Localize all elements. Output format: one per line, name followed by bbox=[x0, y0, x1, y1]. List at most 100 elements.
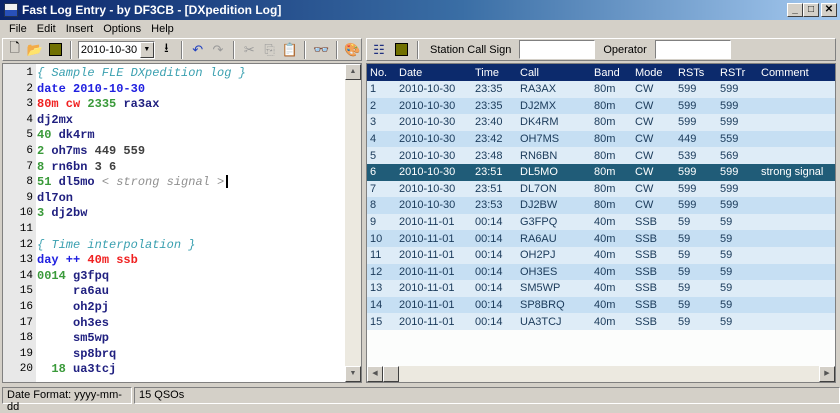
cell-time[interactable]: 23:48 bbox=[475, 147, 520, 164]
cell-band[interactable]: 80m bbox=[594, 81, 635, 98]
cell-date[interactable]: 2010-11-01 bbox=[399, 230, 475, 247]
cell-no[interactable]: 13 bbox=[367, 280, 399, 297]
minimize-button[interactable]: _ bbox=[787, 3, 803, 17]
cell-mode[interactable]: CW bbox=[635, 114, 678, 131]
table-row[interactable]: 4 2010-10-30 23:42 OH7MS 80m CW 449 559 bbox=[367, 130, 835, 148]
table-row[interactable]: 14 2010-11-01 00:14 SP8BRQ 40m SSB 59 59 bbox=[367, 296, 835, 314]
cell-rsts[interactable]: 599 bbox=[678, 97, 720, 115]
cell-rsts[interactable]: 599 bbox=[678, 114, 720, 131]
code-line[interactable]: 11 bbox=[3, 222, 346, 238]
code-line[interactable]: 19 sp8brq bbox=[3, 347, 346, 363]
menu-insert[interactable]: Insert bbox=[61, 23, 99, 35]
save-icon[interactable] bbox=[47, 41, 64, 59]
log-editor[interactable]: 1{ Sample FLE DXpedition log } 2 date 2010… bbox=[2, 63, 362, 383]
cell-mode[interactable]: SSB bbox=[635, 280, 678, 297]
cell-call[interactable]: RN6BN bbox=[520, 147, 594, 164]
cell-band[interactable]: 80m bbox=[594, 163, 635, 181]
code-line[interactable]: 8 51 dl5mo < strong signal > bbox=[3, 175, 346, 191]
table-row[interactable]: 6 2010-10-30 23:51 DL5MO 80m CW 599 599 strong s… bbox=[367, 163, 835, 181]
cell-date[interactable]: 2010-10-30 bbox=[399, 130, 475, 148]
cell-no[interactable]: 6 bbox=[367, 163, 399, 181]
cell-mode[interactable]: SSB bbox=[635, 313, 678, 330]
cell-mode[interactable]: CW bbox=[635, 147, 678, 164]
cell-date[interactable]: 2010-10-30 bbox=[399, 180, 475, 198]
cell-rstr[interactable]: 569 bbox=[720, 147, 761, 164]
column-header[interactable]: Band bbox=[594, 64, 635, 81]
cell-time[interactable]: 00:14 bbox=[475, 280, 520, 297]
cell-mode[interactable]: CW bbox=[635, 197, 678, 214]
cell-comment[interactable] bbox=[761, 180, 835, 198]
table-row[interactable]: 10 2010-11-01 00:14 RA6AU 40m SSB 59 59 bbox=[367, 230, 835, 247]
cell-rstr[interactable]: 59 bbox=[720, 296, 761, 314]
cell-call[interactable]: DL5MO bbox=[520, 163, 594, 181]
cell-comment[interactable] bbox=[761, 230, 835, 247]
cell-no[interactable]: 15 bbox=[367, 313, 399, 330]
column-header[interactable]: Comment bbox=[761, 64, 835, 81]
cell-band[interactable]: 80m bbox=[594, 180, 635, 198]
column-header[interactable]: Date bbox=[399, 64, 475, 81]
date-combobox[interactable]: 2010-10-30 ▼ bbox=[77, 40, 155, 59]
cell-time[interactable]: 23:35 bbox=[475, 97, 520, 115]
code-area[interactable]: 1{ Sample FLE DXpedition log } 2 date 2010… bbox=[3, 66, 346, 378]
open-folder-icon[interactable]: 📂 bbox=[26, 41, 43, 59]
cell-rsts[interactable]: 59 bbox=[678, 280, 720, 297]
cell-call[interactable]: OH7MS bbox=[520, 130, 594, 148]
cell-call[interactable]: DL7ON bbox=[520, 180, 594, 198]
code-line[interactable]: 5 40 dk4rm bbox=[3, 128, 346, 144]
scroll-down-icon[interactable]: ▼ bbox=[345, 366, 361, 382]
cell-comment[interactable] bbox=[761, 130, 835, 148]
cell-time[interactable]: 23:51 bbox=[475, 163, 520, 181]
cut-icon[interactable]: ✂ bbox=[241, 41, 258, 59]
horizontal-scrollbar[interactable]: ◀ ▶ bbox=[367, 366, 835, 382]
scroll-left-icon[interactable]: ◀ bbox=[367, 366, 383, 382]
cell-rstr[interactable]: 559 bbox=[720, 130, 761, 148]
cell-comment[interactable] bbox=[761, 280, 835, 297]
cell-date[interactable]: 2010-10-30 bbox=[399, 114, 475, 131]
cell-band[interactable]: 80m bbox=[594, 197, 635, 214]
cell-no[interactable]: 12 bbox=[367, 263, 399, 281]
palette-icon[interactable]: 🎨 bbox=[344, 41, 361, 59]
table-row[interactable]: 3 2010-10-30 23:40 DK4RM 80m CW 599 599 bbox=[367, 114, 835, 131]
cell-time[interactable]: 00:14 bbox=[475, 246, 520, 264]
cell-no[interactable]: 1 bbox=[367, 81, 399, 98]
table-row[interactable]: 9 2010-11-01 00:14 G3FPQ 40m SSB 59 59 bbox=[367, 213, 835, 231]
cell-rstr[interactable]: 59 bbox=[720, 280, 761, 297]
cell-date[interactable]: 2010-10-30 bbox=[399, 197, 475, 214]
cell-rstr[interactable]: 599 bbox=[720, 180, 761, 198]
cell-call[interactable]: SP8BRQ bbox=[520, 296, 594, 314]
cell-call[interactable]: DJ2BW bbox=[520, 197, 594, 214]
cell-time[interactable]: 23:53 bbox=[475, 197, 520, 214]
code-line[interactable]: 16 oh2pj bbox=[3, 300, 346, 316]
cell-comment[interactable] bbox=[761, 114, 835, 131]
cell-band[interactable]: 80m bbox=[594, 114, 635, 131]
chevron-down-icon[interactable]: ▼ bbox=[139, 41, 154, 58]
table-row[interactable]: 7 2010-10-30 23:51 DL7ON 80m CW 599 599 bbox=[367, 180, 835, 198]
cell-date[interactable]: 2010-10-30 bbox=[399, 97, 475, 115]
cell-rstr[interactable]: 599 bbox=[720, 114, 761, 131]
cell-rstr[interactable]: 59 bbox=[720, 246, 761, 264]
cell-band[interactable]: 40m bbox=[594, 230, 635, 247]
binoculars-icon[interactable]: 👓 bbox=[312, 41, 329, 59]
cell-comment[interactable] bbox=[761, 263, 835, 281]
cell-no[interactable]: 4 bbox=[367, 130, 399, 148]
cell-no[interactable]: 3 bbox=[367, 114, 399, 131]
cell-call[interactable]: UA3TCJ bbox=[520, 313, 594, 330]
cell-no[interactable]: 2 bbox=[367, 97, 399, 115]
download-icon[interactable]: ⭳ bbox=[158, 40, 175, 59]
paste-icon[interactable]: 📋 bbox=[281, 41, 298, 59]
cell-call[interactable]: G3FPQ bbox=[520, 213, 594, 231]
scroll-thumb[interactable] bbox=[383, 366, 399, 382]
cell-rsts[interactable]: 599 bbox=[678, 81, 720, 98]
scroll-up-icon[interactable]: ▲ bbox=[345, 64, 361, 80]
qso-log-table[interactable]: No. Date Time Call Band Mode RSTs RSTr Comment 1… bbox=[366, 63, 836, 383]
cell-date[interactable]: 2010-10-30 bbox=[399, 163, 475, 181]
cell-call[interactable]: SM5WP bbox=[520, 280, 594, 297]
code-line[interactable]: 9 dl7on bbox=[3, 191, 346, 207]
maximize-button[interactable]: □ bbox=[803, 3, 819, 17]
save-log-icon[interactable] bbox=[392, 41, 410, 59]
cell-time[interactable]: 00:14 bbox=[475, 263, 520, 281]
cell-no[interactable]: 9 bbox=[367, 213, 399, 231]
cell-rstr[interactable]: 59 bbox=[720, 263, 761, 281]
cell-band[interactable]: 40m bbox=[594, 246, 635, 264]
cell-comment[interactable] bbox=[761, 97, 835, 115]
